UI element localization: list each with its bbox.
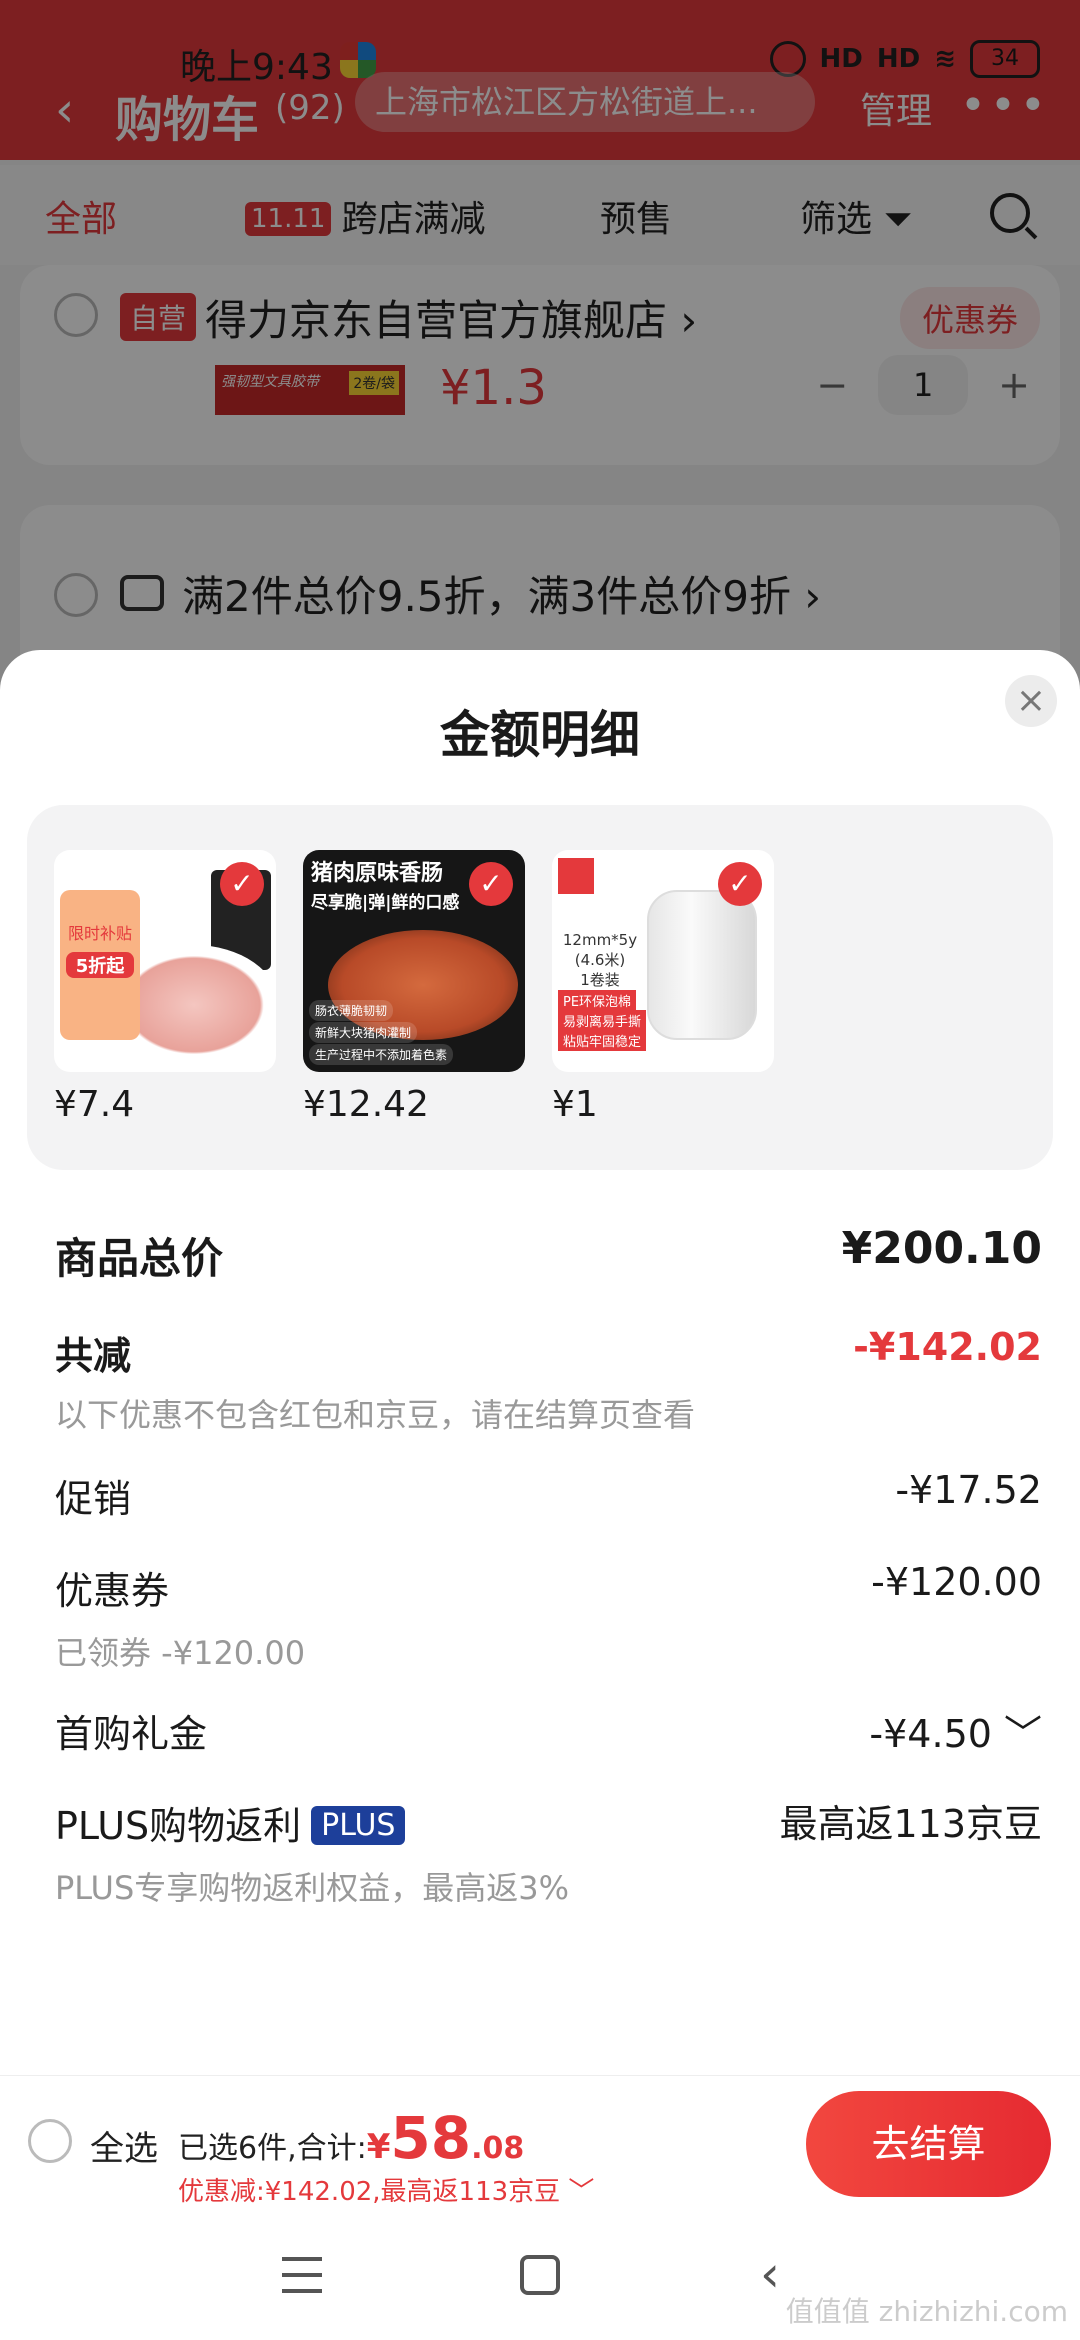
product-price: ¥1 xyxy=(552,1084,598,1125)
check-icon: ✓ xyxy=(469,862,513,906)
brand-logo xyxy=(558,858,594,894)
checkout-bar: 全选 已选6件,合计:¥58.08 优惠减:¥142.02,最高返113京豆 ﹀… xyxy=(0,2075,1080,2215)
check-icon: ✓ xyxy=(220,862,264,906)
close-icon[interactable]: × xyxy=(1005,675,1057,727)
product-tag: 生产过程中不添加着色素 xyxy=(309,1044,454,1065)
product-item[interactable]: 12mm*5y (4.6米) 1卷装 PE环保泡棉 易剥离易手撕 粘贴牢固稳定 … xyxy=(552,850,774,1125)
headline-text: 猪肉原味香肠 xyxy=(311,861,444,886)
sticker-text: 限时补贴 xyxy=(67,924,132,943)
product-price: ¥12.42 xyxy=(303,1084,429,1125)
system-nav-bar: ‹ 值值值 zhizhizhi.com xyxy=(0,2215,1080,2340)
product-image: 猪肉原味香肠尽享脆|弹|鲜的口感 肠衣薄脆韧韧 新鲜大块猪肉灌制 生产过程中不添… xyxy=(303,850,525,1072)
first-gift-label: 首购礼金 xyxy=(55,1712,208,1756)
product-image: 12mm*5y (4.6米) 1卷装 PE环保泡棉 易剥离易手撕 粘贴牢固稳定 … xyxy=(552,850,774,1072)
product-tag: 易剥离易手撕 xyxy=(558,1010,647,1031)
product-item[interactable]: 猪肉原味香肠尽享脆|弹|鲜的口感 肠衣薄脆韧韧 新鲜大块猪肉灌制 生产过程中不添… xyxy=(303,850,525,1125)
plus-rebate-label: PLUS购物返利 PLUS xyxy=(55,1795,406,1850)
select-all-radio[interactable] xyxy=(28,2119,72,2163)
check-icon: ✓ xyxy=(718,862,762,906)
product-strip: 限时补贴 5折起 ✓ ¥7.4 猪肉原味香肠尽享脆|弹|鲜的口感 肠衣薄脆韧韧 新… xyxy=(27,805,1053,1170)
product-image: 限时补贴 5折起 ✓ xyxy=(54,850,276,1072)
selected-prefix: 已选6件,合计: xyxy=(178,2131,367,2166)
select-all-label[interactable]: 全选 xyxy=(90,2121,158,2170)
product-price: ¥7.4 xyxy=(54,1084,135,1125)
watermark: 值值值 zhizhizhi.com xyxy=(785,2295,1068,2328)
plus-rebate-value: 最高返113京豆 xyxy=(779,1802,1042,1846)
reduce-label: 共减 xyxy=(55,1334,132,1378)
promo-value: -¥17.52 xyxy=(895,1468,1042,1512)
product-sticker: 限时补贴 5折起 xyxy=(60,890,140,1040)
total-label: 商品总价 xyxy=(55,1234,224,1283)
total-currency: ¥ xyxy=(366,2127,391,2167)
back-nav-icon[interactable]: ‹ xyxy=(760,2245,780,2303)
plus-rebate-note: PLUS专享购物返利权益，最高返3% xyxy=(55,1869,570,1907)
coupon-note: 已领券 -¥120.00 xyxy=(55,1634,306,1672)
selected-total: 已选6件,合计:¥58.08 xyxy=(178,2104,524,2172)
product-spec: 12mm*5y (4.6米) 1卷装 xyxy=(562,931,638,989)
product-tag: 粘贴牢固稳定 xyxy=(558,1030,647,1051)
total-value: ¥200.10 xyxy=(841,1223,1042,1274)
product-tape-roll xyxy=(647,890,757,1040)
menu-icon[interactable] xyxy=(282,2257,322,2293)
product-tag: 新鲜大块猪肉灌制 xyxy=(309,1022,418,1043)
coupon-value: -¥120.00 xyxy=(871,1560,1042,1604)
coupon-label: 优惠券 xyxy=(55,1569,170,1613)
plus-rebate-text: PLUS购物返利 xyxy=(55,1804,302,1848)
product-tag: 肠衣薄脆韧韧 xyxy=(309,1000,394,1021)
product-headline: 猪肉原味香肠尽享脆|弹|鲜的口感 xyxy=(311,860,459,917)
reduce-note: 以下优惠不包含红包和京豆，请在结算页查看 xyxy=(55,1396,696,1434)
product-item[interactable]: 限时补贴 5折起 ✓ ¥7.4 xyxy=(54,850,276,1125)
sheet-title: 金额明细 xyxy=(440,706,640,764)
product-tag: PE环保泡棉 xyxy=(558,990,637,1011)
total-decimal: .08 xyxy=(471,2131,525,2166)
dim-overlay[interactable] xyxy=(0,0,1080,700)
sticker-badge: 5折起 xyxy=(66,952,134,978)
checkout-button[interactable]: 去结算 xyxy=(806,2091,1051,2197)
saved-summary[interactable]: 优惠减:¥142.02,最高返113京豆 ﹀ xyxy=(178,2171,594,2208)
total-integer: 58 xyxy=(390,2104,472,2172)
first-gift-value[interactable]: -¥4.50 ﹀ xyxy=(869,1703,1042,1758)
subline-text: 尽享脆|弹|鲜的口感 xyxy=(311,893,460,913)
promo-label: 促销 xyxy=(55,1477,132,1521)
home-icon[interactable] xyxy=(520,2255,560,2295)
reduce-value: -¥142.02 xyxy=(853,1325,1042,1369)
plus-badge: PLUS xyxy=(311,1806,406,1845)
